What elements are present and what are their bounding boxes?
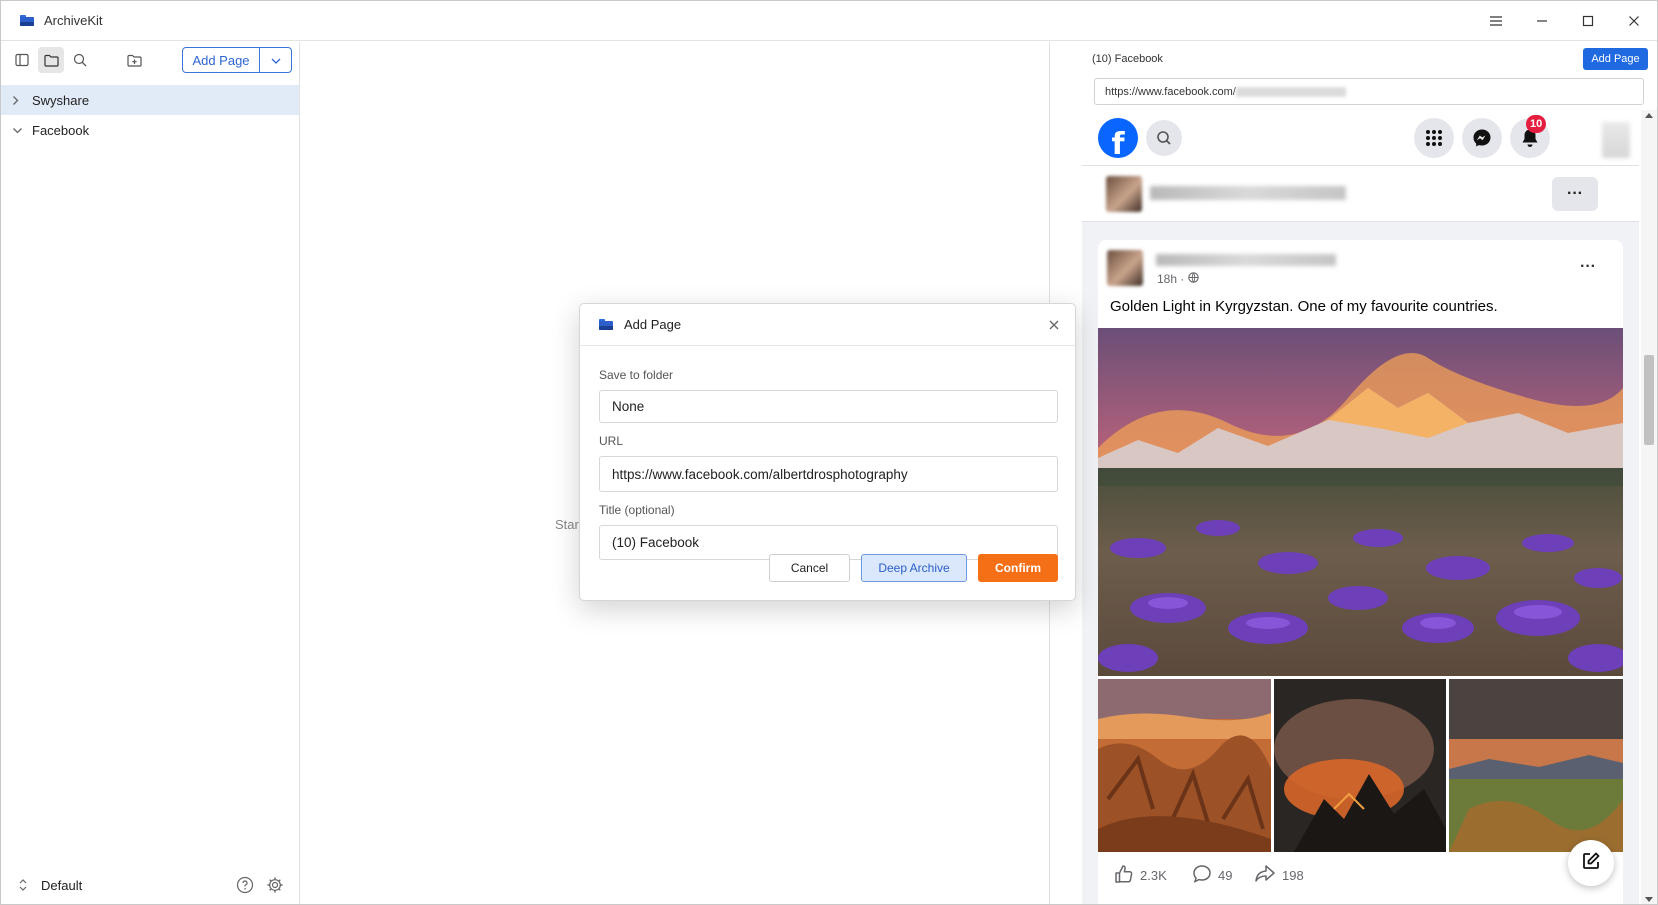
comment-button[interactable]: 49 [1192, 864, 1232, 887]
share-button[interactable]: 198 [1254, 864, 1304, 887]
empty-state-hint: Star [555, 517, 579, 532]
title-bar: ArchiveKit [1, 1, 1657, 41]
comment-icon [1192, 864, 1212, 887]
more-options-button[interactable]: ··· [1552, 177, 1598, 211]
archivekit-logo-icon [599, 319, 613, 330]
sidebar-toolbar: Add Page [1, 42, 300, 78]
folder-tree: Swyshare Facebook [1, 85, 299, 145]
redacted-author-name [1156, 254, 1336, 266]
url-field-label: URL [599, 434, 624, 448]
preview-tab-title: (10) Facebook [1092, 53, 1163, 65]
chevron-down-icon [271, 51, 281, 69]
profile-header-strip: ··· [1082, 166, 1639, 222]
facebook-nav-bar: f 10 [1082, 110, 1639, 166]
tree-item-label: Facebook [32, 122, 90, 138]
messenger-icon[interactable] [1462, 118, 1502, 158]
post-photo-thumbnail[interactable] [1449, 679, 1623, 852]
redacted-url-path [1235, 86, 1346, 97]
grid-menu-icon[interactable] [1414, 118, 1454, 158]
folder-select[interactable]: None [599, 390, 1058, 423]
workspace-switcher[interactable]: Default [41, 878, 82, 893]
post-timestamp: 18h · [1157, 272, 1200, 286]
title-field-label: Title (optional) [599, 503, 675, 517]
dialog-header: Add Page [580, 304, 1075, 346]
globe-icon [1188, 272, 1200, 286]
add-page-dialog: Add Page Save to folder None URL https:/… [579, 303, 1076, 601]
close-icon[interactable] [1611, 1, 1657, 41]
preview-add-page-button[interactable]: Add Page [1583, 48, 1648, 70]
post-more-options-button[interactable]: ··· [1580, 258, 1596, 276]
avatar[interactable] [1107, 250, 1143, 286]
dialog-title: Add Page [624, 317, 682, 332]
window-controls [1473, 1, 1657, 41]
updown-icon[interactable] [19, 879, 29, 891]
sidebar: Add Page Swyshare Facebook Default [1, 42, 300, 904]
post-photo-thumbnail[interactable] [1098, 679, 1271, 852]
post-actions-bar: 2.3K 49 198 [1098, 856, 1623, 892]
facebook-post: 18h · ··· Golden Light in Kyrgyzstan. On… [1098, 240, 1623, 904]
preview-scrollbar[interactable] [1641, 110, 1657, 904]
tree-item-swyshare[interactable]: Swyshare [1, 85, 299, 115]
menu-icon[interactable] [1473, 1, 1519, 41]
avatar[interactable] [1106, 176, 1142, 212]
gear-icon[interactable] [265, 875, 285, 895]
post-photo-main[interactable] [1098, 328, 1623, 676]
add-page-dropdown-button[interactable] [260, 48, 291, 72]
sidebar-footer: Default [1, 865, 299, 904]
app-window: ArchiveKit Add Page Swyshare Facebook De… [0, 0, 1658, 905]
new-folder-icon[interactable] [121, 47, 147, 73]
url-input-value: https://www.facebook.com/albertdrosphoto… [612, 466, 908, 482]
redacted-profile-name [1150, 186, 1346, 200]
scrollbar-thumb[interactable] [1644, 355, 1654, 445]
notification-badge: 10 [1526, 115, 1547, 133]
confirm-button[interactable]: Confirm [978, 554, 1058, 582]
post-time-text: 18h · [1157, 272, 1185, 286]
share-icon [1254, 864, 1276, 887]
title-input-value: (10) Facebook [612, 535, 700, 550]
like-button[interactable]: 2.3K [1114, 864, 1167, 887]
facebook-logo-letter: f [1111, 127, 1125, 158]
add-page-button[interactable]: Add Page [183, 48, 260, 72]
chevron-down-icon[interactable] [12, 127, 26, 134]
search-icon[interactable] [67, 47, 93, 73]
add-page-split-button: Add Page [182, 47, 292, 73]
chevron-right-icon[interactable] [12, 95, 26, 106]
preview-url-bar[interactable]: https://www.facebook.com/ [1094, 78, 1644, 105]
preview-header: (10) Facebook Add Page [1050, 42, 1657, 78]
folder-icon[interactable] [38, 47, 64, 73]
web-preview-panel: (10) Facebook Add Page https://www.faceb… [1049, 42, 1657, 904]
minimize-icon[interactable] [1519, 1, 1565, 41]
comment-count: 49 [1218, 868, 1233, 883]
post-photo-thumbnail[interactable] [1274, 679, 1446, 852]
share-count: 198 [1282, 868, 1304, 883]
cancel-button[interactable]: Cancel [769, 554, 850, 582]
tree-item-facebook[interactable]: Facebook [1, 115, 299, 145]
folder-field-label: Save to folder [599, 368, 674, 382]
like-icon [1114, 864, 1134, 887]
preview-url-text: https://www.facebook.com/ [1105, 85, 1236, 98]
url-input[interactable]: https://www.facebook.com/albertdrosphoto… [599, 456, 1058, 492]
archivekit-logo-icon [20, 15, 34, 26]
folder-select-value: None [612, 399, 645, 414]
facebook-logo-icon[interactable]: f [1098, 118, 1138, 158]
maximize-icon[interactable] [1565, 1, 1611, 41]
sidebar-toggle-icon[interactable] [9, 47, 35, 73]
deep-archive-button[interactable]: Deep Archive [861, 554, 967, 582]
edit-icon [1581, 851, 1601, 876]
search-icon[interactable] [1146, 120, 1182, 156]
profile-avatar[interactable] [1602, 122, 1630, 158]
help-icon[interactable] [235, 875, 255, 895]
close-icon[interactable] [1045, 316, 1063, 334]
like-count: 2.3K [1140, 868, 1167, 883]
tree-item-label: Swyshare [32, 92, 90, 108]
post-text: Golden Light in Kyrgyzstan. One of my fa… [1110, 298, 1498, 315]
app-title: ArchiveKit [44, 13, 103, 28]
page-viewport: f 10 ··· 18h · ··· Golden Light in Kyrgy… [1082, 110, 1639, 904]
new-message-button[interactable] [1568, 840, 1614, 886]
